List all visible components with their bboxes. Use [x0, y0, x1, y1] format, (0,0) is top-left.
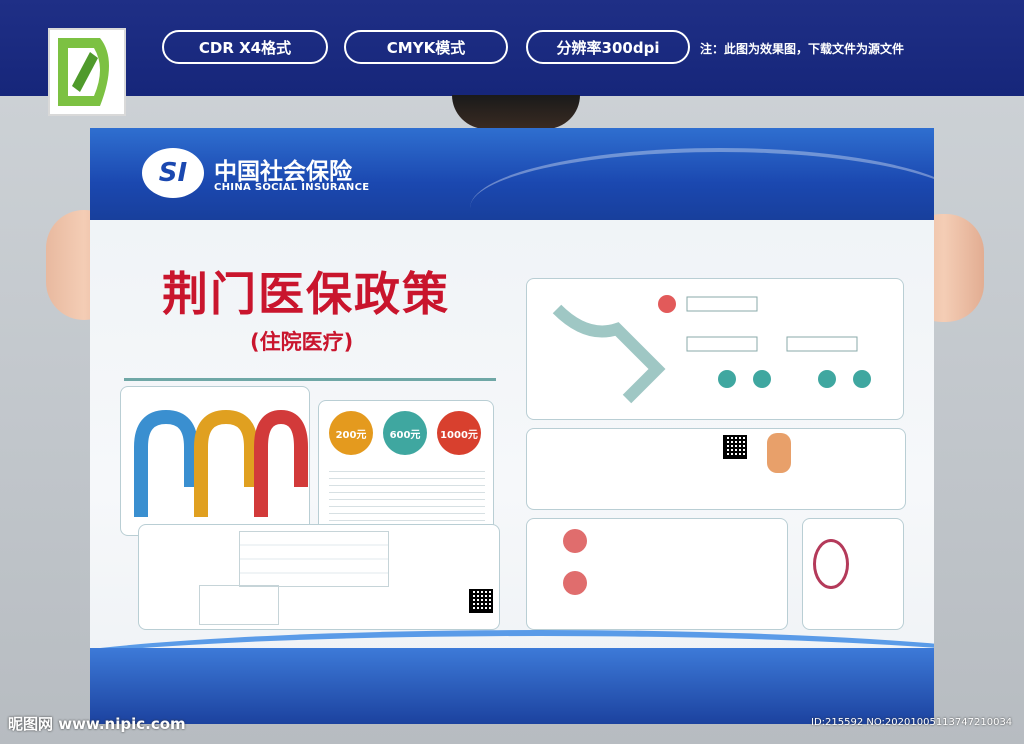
brand-name-en: CHINA SOCIAL INSURANCE [214, 182, 370, 193]
group-badge [563, 529, 587, 553]
poster-title: 荆门医保政策 [162, 267, 450, 321]
pregnancy-icon [813, 539, 849, 589]
section-panel-maternity [802, 518, 904, 630]
person-hair [452, 95, 580, 129]
resolution-badge: 分辨率300dpi [526, 30, 690, 64]
section-panel-critical-illness [526, 518, 788, 630]
amount-badge-200: 200元 [329, 411, 373, 455]
poster-header: SI 中国社会保险 CHINA SOCIAL INSURANCE [90, 128, 934, 220]
bottom-band [90, 648, 934, 724]
threshold-text-block [329, 471, 485, 527]
process-illustration-icon [552, 295, 871, 404]
image-id: ID:215592 NO:20201005113747210034 [811, 717, 1013, 728]
brand-name-cn: 中国社会保险 [214, 158, 352, 185]
amount-badge-600: 600元 [383, 411, 427, 455]
top-banner: CDR X4格式 CMYK模式 分辨率300dpi 注：此图为效果图，下载文件为… [0, 0, 1024, 116]
qr-code-icon [723, 435, 747, 459]
site-watermark: 昵图网 www.nipic.com [8, 715, 186, 733]
personal-ratio-table [199, 585, 279, 625]
section-panel-inpatient [120, 386, 310, 536]
social-insurance-logo-icon: SI [142, 148, 204, 198]
header-swoosh [470, 148, 934, 268]
section-rule [124, 378, 496, 381]
poster: SI 中国社会保险 CHINA SOCIAL INSURANCE 荆门医保政策 … [90, 128, 934, 724]
color-mode-badge: CMYK模式 [344, 30, 508, 64]
arrow-flow-icon [134, 409, 308, 517]
format-badge: CDR X4格式 [162, 30, 328, 64]
section-panel-process [526, 278, 904, 420]
qr-code-icon [469, 589, 493, 613]
section-panel-threshold: 200元 600元 1000元 [318, 400, 494, 536]
poster-subtitle: (住院医疗) [250, 330, 354, 354]
child-figure-icon [767, 433, 791, 473]
group-badge [563, 571, 587, 595]
banner-note: 注：此图为效果图，下载文件为源文件 [700, 42, 905, 56]
amount-badge-1000: 1000元 [437, 411, 481, 455]
coreldraw-logo-icon [48, 28, 126, 116]
section-panel-reimbursement [138, 524, 500, 630]
ratio-table [239, 531, 389, 587]
section-panel-out-of-area [526, 428, 906, 510]
